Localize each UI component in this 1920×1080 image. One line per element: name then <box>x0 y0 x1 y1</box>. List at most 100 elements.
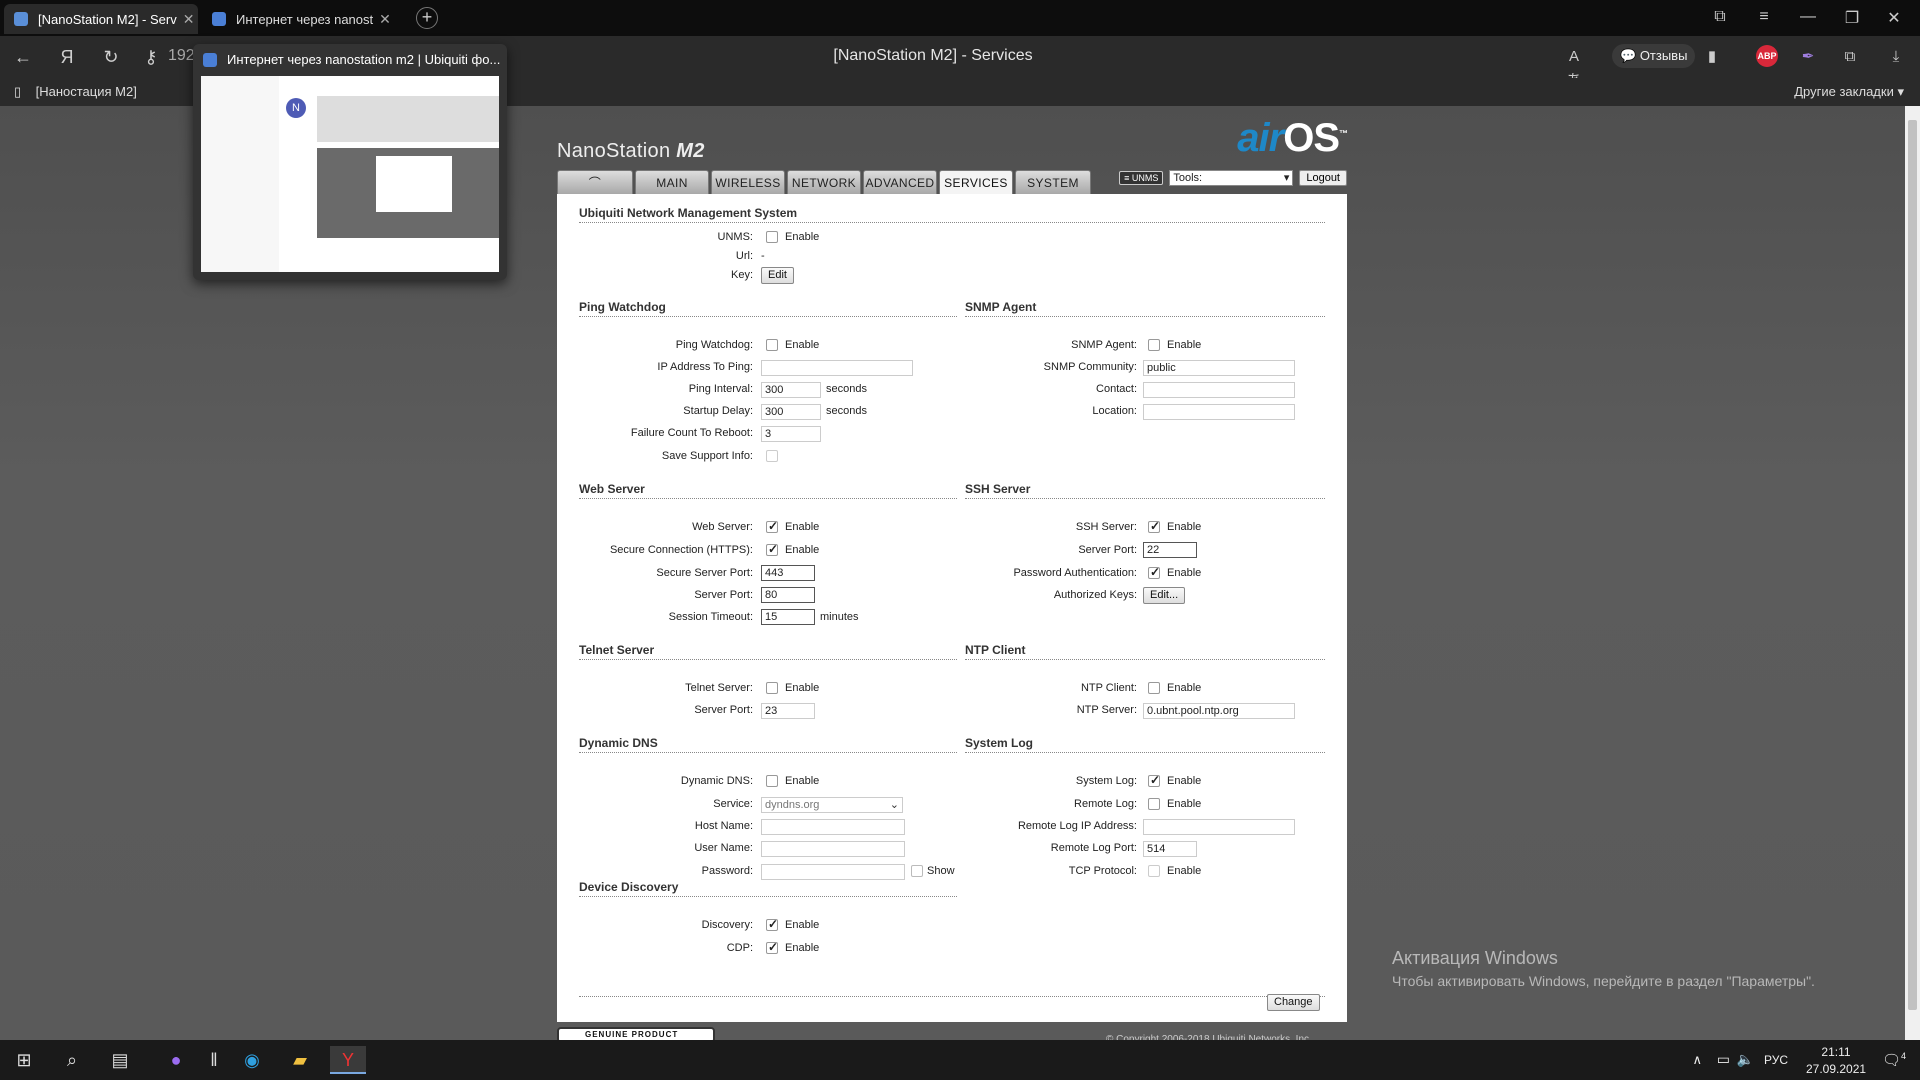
ddns-show-checkbox[interactable] <box>911 865 923 877</box>
forum-favicon-icon <box>212 12 226 26</box>
services-panel: Ubiquiti Network Management System UNMS:… <box>557 194 1347 1022</box>
reviews-button[interactable]: 💬 Отзывы <box>1612 44 1696 68</box>
remote-log-checkbox[interactable] <box>1148 798 1160 810</box>
task-view-icon[interactable]: ▤ <box>102 1046 138 1074</box>
secure-port-input[interactable]: 443 <box>761 565 815 581</box>
session-timeout-input[interactable]: 15 <box>761 609 815 625</box>
maximize-icon[interactable]: ❐ <box>1842 8 1862 28</box>
ddns-user-label: User Name: <box>694 842 753 854</box>
ssh-password-auth-label: Password Authentication: <box>1013 567 1137 579</box>
ping-ip-label: IP Address To Ping: <box>657 361 753 373</box>
download-icon[interactable]: ⤓ <box>1884 45 1908 69</box>
tools-area: ≡ UNMS Tools: Logout <box>1119 170 1347 186</box>
chevron-down-icon: ▾ <box>1897 84 1904 99</box>
snmp-community-input[interactable]: public <box>1143 360 1295 376</box>
discovery-enable-checkbox[interactable] <box>766 917 778 931</box>
telnet-port-input[interactable]: 23 <box>761 703 815 719</box>
cdp-enable-checkbox[interactable] <box>766 940 778 954</box>
windows-taskbar: ⊞ ⌕ ▤ ● ‖ ◉ ▰ Y ∧ ▭ 🔈 РУС 21:11 27.09.20… <box>0 1040 1920 1080</box>
minimize-icon[interactable]: — <box>1798 8 1818 26</box>
preview-thumbnail: N <box>201 76 499 272</box>
feather-icon[interactable]: ✒ <box>1796 45 1820 69</box>
snmp-enable-checkbox[interactable] <box>1148 339 1160 351</box>
startup-delay-input[interactable]: 300 <box>761 404 821 420</box>
vertical-scrollbar[interactable] <box>1905 106 1920 1040</box>
tab-wireless[interactable]: WIRELESS <box>711 170 785 194</box>
language-indicator[interactable]: РУС <box>1764 1053 1788 1067</box>
tab-main[interactable]: MAIN <box>635 170 709 194</box>
unms-badge[interactable]: ≡ UNMS <box>1119 171 1164 185</box>
enable-label: Enable <box>1167 865 1202 877</box>
authorized-keys-edit-button[interactable]: Edit... <box>1143 587 1186 604</box>
volume-icon[interactable]: 🔈 <box>1737 1051 1754 1068</box>
edge-icon[interactable]: ◉ <box>234 1046 270 1074</box>
tab-system[interactable]: SYSTEM <box>1015 170 1091 194</box>
save-support-checkbox[interactable] <box>766 450 778 462</box>
tab-advanced[interactable]: ADVANCED <box>863 170 937 194</box>
close-icon[interactable]: ✕ <box>373 11 391 28</box>
windows-start-icon[interactable]: ⊞ <box>6 1046 42 1074</box>
ddns-service-select[interactable]: dyndns.org ⌄ <box>761 797 903 813</box>
tab-nanostation[interactable]: [NanoStation M2] - Serv ✕ <box>4 4 198 34</box>
tab-ubnt-logo[interactable]: ⌒ <box>557 170 633 194</box>
remote-log-port-input[interactable]: 514 <box>1143 841 1197 857</box>
web-port-label: Server Port: <box>694 589 753 601</box>
show-label: Show <box>927 865 955 877</box>
translate-icon[interactable]: Aあ <box>1562 45 1586 89</box>
unms-label: UNMS: <box>717 231 753 243</box>
tab-network[interactable]: NETWORK <box>787 170 861 194</box>
ping-ip-input[interactable] <box>761 360 913 376</box>
snmp-contact-input[interactable] <box>1143 382 1295 398</box>
bookmark-icon[interactable]: ▮ <box>1700 45 1724 69</box>
ddns-user-input[interactable] <box>761 841 905 857</box>
key-edit-button[interactable]: Edit <box>761 267 794 284</box>
collections-icon[interactable]: ⧉ <box>1710 8 1730 26</box>
ntp-server-input[interactable]: 0.ubnt.pool.ntp.org <box>1143 703 1295 719</box>
ddns-password-input[interactable] <box>761 864 905 880</box>
change-button[interactable]: Change <box>1267 994 1320 1011</box>
telnet-enable-checkbox[interactable] <box>766 682 778 694</box>
ssh-port-input[interactable]: 22 <box>1143 542 1197 558</box>
alice-icon[interactable]: ● <box>158 1046 194 1074</box>
unms-enable-checkbox[interactable] <box>766 231 778 243</box>
scrollbar-thumb[interactable] <box>1908 120 1917 1010</box>
failure-count-input[interactable]: 3 <box>761 426 821 442</box>
tab-forum[interactable]: Интернет через nanost ✕ <box>202 4 398 34</box>
syslog-enable-checkbox[interactable] <box>1148 773 1160 787</box>
web-enable-checkbox[interactable] <box>766 519 778 533</box>
snmp-location-input[interactable] <box>1143 404 1295 420</box>
https-enable-checkbox[interactable] <box>766 542 778 556</box>
new-tab-button[interactable]: + <box>416 7 438 29</box>
tab-services[interactable]: SERVICES <box>939 170 1013 194</box>
ddns-enable-checkbox[interactable] <box>766 775 778 787</box>
extensions-icon[interactable]: ⧉ <box>1838 45 1862 69</box>
tools-select[interactable]: Tools: <box>1169 170 1294 186</box>
ntp-enable-checkbox[interactable] <box>1148 682 1160 694</box>
clock-date[interactable]: 27.09.2021 <box>1806 1062 1866 1076</box>
bookmark-nanostation[interactable]: ▯ [Наностация M2] <box>14 84 137 100</box>
reviews-label: Отзывы <box>1639 48 1688 63</box>
menu-icon[interactable]: ≡ <box>1754 8 1774 26</box>
web-port-input[interactable]: 80 <box>761 587 815 603</box>
clock-time[interactable]: 21:11 <box>1806 1045 1866 1059</box>
close-icon[interactable]: ✕ <box>177 11 195 28</box>
adblock-icon[interactable]: ABP <box>1756 45 1778 67</box>
yandex-browser-icon[interactable]: Y <box>330 1046 366 1074</box>
logout-button[interactable]: Logout <box>1299 170 1347 186</box>
other-bookmarks[interactable]: Другие закладки ▾ <box>1794 84 1904 100</box>
search-icon[interactable]: ⌕ <box>54 1046 90 1074</box>
ssh-password-checkbox[interactable] <box>1148 565 1160 579</box>
ping-enable-checkbox[interactable] <box>766 339 778 351</box>
ping-interval-input[interactable]: 300 <box>761 382 821 398</box>
close-window-icon[interactable]: ✕ <box>1884 8 1904 28</box>
notifications-icon[interactable]: 🗨4 <box>1882 1051 1906 1069</box>
remote-log-ip-input[interactable] <box>1143 819 1295 835</box>
network-icon[interactable]: ▭ <box>1717 1051 1730 1068</box>
ssh-enable-checkbox[interactable] <box>1148 519 1160 533</box>
chevron-up-icon[interactable]: ∧ <box>1692 1052 1702 1068</box>
url-label: Url: <box>735 250 753 262</box>
file-explorer-icon[interactable]: ▰ <box>282 1046 318 1074</box>
remote-log-port-label: Remote Log Port: <box>1050 842 1137 854</box>
tcp-protocol-checkbox[interactable] <box>1148 865 1160 877</box>
ddns-host-input[interactable] <box>761 819 905 835</box>
